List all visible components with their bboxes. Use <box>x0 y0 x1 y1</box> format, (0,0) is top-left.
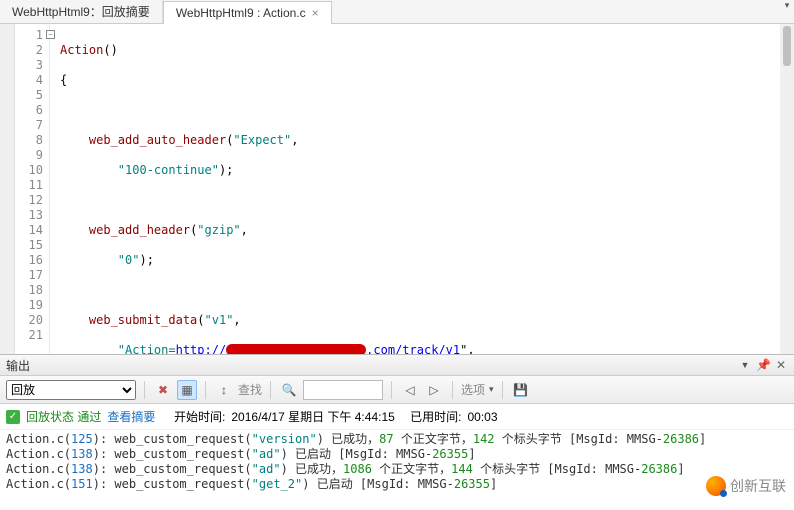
view-summary-link[interactable]: 查看摘要 <box>107 408 155 425</box>
output-title: 输出 <box>6 357 30 374</box>
pin-icon[interactable]: 📌 <box>756 358 770 372</box>
line-number: 16 <box>15 253 49 268</box>
line-number: 4 <box>15 73 49 88</box>
editor-scrollbar[interactable] <box>780 24 794 354</box>
line-number: 11 <box>15 178 49 193</box>
line-number: 7 <box>15 118 49 133</box>
prev-result-icon[interactable]: ◁ <box>400 380 420 400</box>
line-number: 3 <box>15 58 49 73</box>
code-area[interactable]: Action() { web_add_auto_header("Expect",… <box>50 24 794 354</box>
start-time-label: 开始时间: <box>174 408 225 425</box>
close-icon[interactable]: ✕ <box>774 358 788 372</box>
line-number: 21 <box>15 328 49 343</box>
line-number: 9 <box>15 148 49 163</box>
tab-replay-summary[interactable]: WebHttpHtml9：回放摘要 <box>0 0 163 23</box>
find-label: 查找 <box>238 381 262 398</box>
line-number: 18 <box>15 283 49 298</box>
replay-dropdown[interactable]: 回放 <box>6 380 136 400</box>
line-number: 13 <box>15 208 49 223</box>
tab-close-icon[interactable]: × <box>312 6 319 20</box>
log-row: Action.c(138): web_custom_request("ad") … <box>6 447 788 462</box>
tab-label: WebHttpHtml9 : Action.c <box>176 6 306 20</box>
replay-status: 回放状态 通过 <box>26 408 101 425</box>
options-label[interactable]: 选项 <box>461 381 485 398</box>
redacted-url <box>226 344 366 355</box>
log-row: Action.c(125): web_custom_request("versi… <box>6 432 788 447</box>
log-row: Action.c(138): web_custom_request("ad") … <box>6 462 788 477</box>
line-number: 19 <box>15 298 49 313</box>
elapsed-label: 已用时间: <box>410 408 461 425</box>
output-log[interactable]: Action.c(125): web_custom_request("versi… <box>0 430 794 494</box>
find-icon[interactable]: ↕ <box>214 380 234 400</box>
toggle-view-icon[interactable]: ▦ <box>177 380 197 400</box>
tab-overflow-icon[interactable]: ▾ <box>780 0 794 23</box>
save-icon[interactable]: 💾 <box>511 380 531 400</box>
breakpoint-margin[interactable] <box>0 24 15 354</box>
replay-summary-row: ✓ 回放状态 通过 查看摘要 开始时间: 2016/4/17 星期日 下午 4:… <box>0 404 794 430</box>
next-result-icon[interactable]: ▷ <box>424 380 444 400</box>
editor-tabs: WebHttpHtml9：回放摘要 WebHttpHtml9 : Action.… <box>0 0 794 24</box>
line-number: 15 <box>15 238 49 253</box>
output-toolbar: 回放 ✖ ▦ ↕ 查找 🔍 ◁ ▷ 选项 ▾ 💾 <box>0 376 794 404</box>
log-row: Action.c(151): web_custom_request("get_2… <box>6 477 788 492</box>
line-number: 10 <box>15 163 49 178</box>
line-number: 2 <box>15 43 49 58</box>
line-number: 5 <box>15 88 49 103</box>
output-panel-header: 输出 ▼ 📌 ✕ <box>0 354 794 376</box>
line-number: 14 <box>15 223 49 238</box>
line-number: 17 <box>15 268 49 283</box>
fn-name: Action <box>60 43 103 57</box>
search-input[interactable] <box>303 380 383 400</box>
tab-action-c[interactable]: WebHttpHtml9 : Action.c × <box>163 1 332 24</box>
line-number: 6 <box>15 103 49 118</box>
code-editor: 123456789101112131415161718192021 − Acti… <box>0 24 794 354</box>
elapsed-value: 00:03 <box>468 410 498 424</box>
delete-icon[interactable]: ✖ <box>153 380 173 400</box>
line-number: 1 <box>15 28 49 43</box>
pass-status-icon: ✓ <box>6 410 20 424</box>
line-number: 12 <box>15 193 49 208</box>
line-number-gutter: 123456789101112131415161718192021 <box>15 24 50 354</box>
line-number: 8 <box>15 133 49 148</box>
minimize-icon[interactable]: ▼ <box>738 360 752 370</box>
line-number: 20 <box>15 313 49 328</box>
search-icon[interactable]: 🔍 <box>279 380 299 400</box>
start-time-value: 2016/4/17 星期日 下午 4:44:15 <box>231 408 394 425</box>
tab-label: WebHttpHtml9：回放摘要 <box>12 3 150 20</box>
